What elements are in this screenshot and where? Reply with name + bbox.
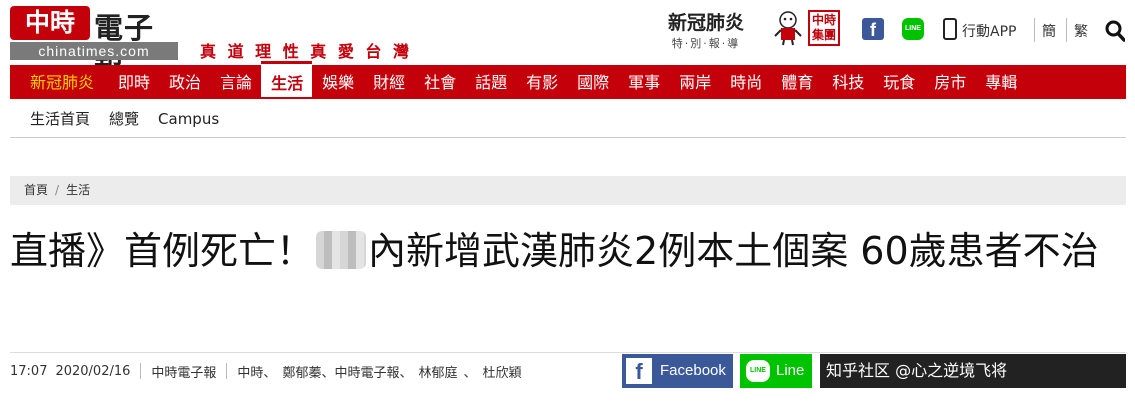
article-title: 直播》首例死亡！ 內新增武漢肺炎2例本土個案 60歲患者不治 (10, 226, 1126, 277)
nav-item-16[interactable]: 玩食 (873, 65, 924, 99)
nav-item-4[interactable]: 生活 (261, 61, 313, 97)
nav-item-10[interactable]: 國際 (567, 65, 618, 99)
article-meta: 17:07 2020/02/16 中時電子報 中時、 鄭郁蓁 、中時電子報、 林… (10, 360, 522, 382)
watermark-text: 知乎社区 @心之逆境飞将 (826, 361, 1008, 380)
nav-item-12[interactable]: 兩岸 (669, 65, 720, 99)
nav-item-14[interactable]: 體育 (771, 65, 822, 99)
publish-time: 17:07 (10, 363, 48, 379)
site-logo[interactable]: 中時 電子報 chinatimes.com (10, 6, 178, 87)
nav-item-17[interactable]: 房市 (924, 65, 975, 99)
lang-simplified-button[interactable]: 簡 (1042, 21, 1056, 41)
nav-item-6[interactable]: 財經 (363, 65, 414, 99)
nav-item-1[interactable]: 即時 (108, 65, 159, 99)
share-facebook-label: Facebook (660, 362, 726, 379)
logo-badge: 中時 (10, 6, 90, 40)
subnav-item-life-home[interactable]: 生活首頁 (30, 100, 90, 137)
mascot-icon (774, 11, 802, 46)
nav-item-9[interactable]: 有影 (516, 65, 567, 99)
facebook-icon[interactable]: f (862, 18, 884, 40)
article-title-part1: 直播》首例死亡！ (10, 229, 315, 273)
nav-item-5[interactable]: 娛樂 (312, 65, 363, 99)
logo-domain: chinatimes.com (10, 42, 178, 60)
divider (226, 363, 228, 379)
covid-special-report-link[interactable]: 新冠肺炎 特·別·報·導 (660, 8, 752, 58)
divider (1034, 18, 1035, 42)
share-more-button[interactable]: 知乎社区 @心之逆境飞将 (820, 354, 1126, 388)
covid-title: 新冠肺炎 (667, 12, 744, 34)
subnav-item-overview[interactable]: 總覽 (109, 100, 139, 137)
author-name[interactable]: 林郁庭 (418, 362, 457, 381)
covid-subtitle: 特·別·報·導 (671, 37, 741, 50)
mobile-app-link[interactable]: 行動APP (962, 21, 1016, 41)
divider (140, 363, 142, 379)
nav-item-3[interactable]: 言論 (210, 65, 261, 99)
line-icon: LINE (746, 360, 770, 382)
article-source[interactable]: 中時電子報 (151, 362, 216, 381)
author-name[interactable]: 鄭郁蓁 (282, 362, 321, 381)
search-icon[interactable] (1105, 20, 1125, 42)
nav-item-11[interactable]: 軍事 (618, 65, 669, 99)
subnav-item-campus[interactable]: Campus (158, 100, 219, 137)
publish-date: 2020/02/16 (55, 363, 131, 379)
breadcrumb: 首頁 / 生活 (10, 176, 1126, 205)
author-prefix: 中時、 (237, 365, 277, 381)
share-facebook-button[interactable]: f Facebook (622, 354, 733, 388)
site-header: 中時 電子報 chinatimes.com 真 道 理 性 真 愛 台 灣 新冠… (0, 0, 1135, 87)
author-name[interactable]: 杜欣穎 (483, 362, 522, 381)
nav-item-0[interactable]: 新冠肺炎 (10, 65, 108, 99)
main-nav: 新冠肺炎 即時 政治 言論 生活 娛樂 財經 社會 話題 有影 國際 軍事 兩岸 時尚 體育 科技 玩食 房市 專輯 (10, 61, 1126, 99)
nav-item-18[interactable]: 專輯 (975, 65, 1026, 99)
lang-traditional-button[interactable]: 繁 (1074, 21, 1088, 41)
nav-item-13[interactable]: 時尚 (720, 65, 771, 99)
nav-item-2[interactable]: 政治 (159, 65, 210, 99)
mobile-phone-icon[interactable] (943, 18, 957, 40)
author-separator: 、中時電子報、 (321, 365, 413, 381)
divider (1066, 18, 1067, 42)
blurred-text (316, 231, 367, 269)
site-slogan: 真 道 理 性 真 愛 台 灣 (200, 42, 412, 61)
group-logo[interactable]: 中時集團 (808, 10, 840, 46)
nav-item-7[interactable]: 社會 (414, 65, 465, 99)
author-separator: 、 (463, 365, 477, 381)
nav-item-8[interactable]: 話題 (465, 65, 516, 99)
meta-divider (10, 352, 1126, 353)
share-line-button[interactable]: LINE Line (740, 354, 812, 388)
breadcrumb-section[interactable]: 生活 (66, 183, 90, 197)
breadcrumb-home[interactable]: 首頁 (24, 183, 48, 197)
line-icon[interactable]: LINE (902, 18, 924, 40)
sub-nav: 生活首頁 總覽 Campus (10, 100, 1126, 138)
share-line-label: Line (776, 362, 805, 379)
breadcrumb-separator: / (55, 183, 60, 197)
nav-item-15[interactable]: 科技 (822, 65, 873, 99)
facebook-icon: f (626, 358, 652, 384)
article-title-part2: 內新增武漢肺炎2例本土個案 60歲患者不治 (368, 229, 1099, 273)
